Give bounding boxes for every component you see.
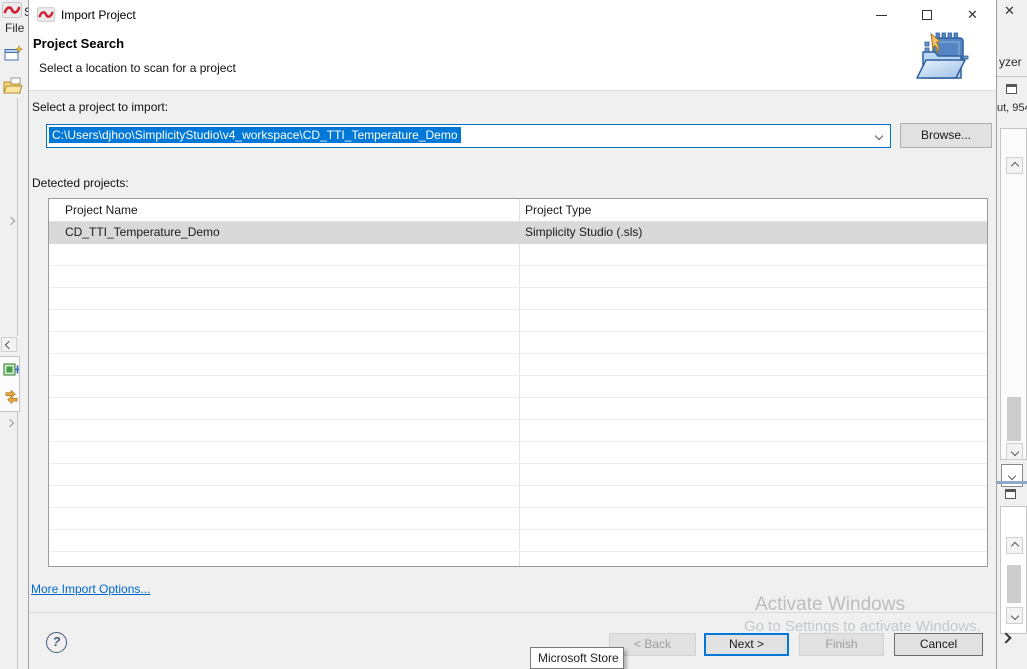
select-project-label: Select a project to import: — [32, 100, 168, 114]
hscroll-right-button[interactable] — [1000, 632, 1011, 643]
main-window-right-rail: ✕ yzer ut, 954 — [997, 0, 1027, 669]
dialog-app-icon — [37, 7, 55, 27]
table-row-selected[interactable]: CD_TTI_Temperature_Demo Simplicity Studi… — [49, 222, 987, 244]
column-header-project-type[interactable]: Project Type — [525, 203, 591, 217]
expand-panel-icon[interactable] — [7, 217, 15, 225]
debug-adapter-chip-icon[interactable] — [3, 361, 21, 383]
chevron-left-icon — [5, 340, 13, 348]
new-window-icon[interactable] — [4, 45, 23, 67]
chevron-down-icon[interactable] — [875, 132, 883, 140]
scroll-panel — [1000, 506, 1027, 634]
window-controls: ✕ — [859, 0, 996, 30]
maximize-button[interactable] — [904, 0, 949, 30]
table-header-row: Project Name Project Type — [49, 199, 987, 222]
app-logo-icon — [2, 2, 22, 23]
maximize-icon — [922, 10, 932, 20]
table-row-empty — [49, 530, 987, 552]
more-import-options-link[interactable]: More Import Options... — [31, 582, 150, 596]
detected-projects-label: Detected projects: — [32, 176, 129, 190]
refresh-sync-icon[interactable] — [4, 389, 19, 409]
table-row-empty — [49, 332, 987, 354]
project-type-cell: Simplicity Studio (.sls) — [525, 225, 642, 239]
scroll-up-button[interactable] — [1006, 537, 1023, 554]
scroll-down-button[interactable] — [1006, 607, 1023, 624]
import-project-graphic-icon — [909, 32, 971, 89]
restore-pane-icon[interactable] — [1005, 489, 1016, 499]
divider — [997, 76, 1027, 77]
restore-pane-icon[interactable] — [1006, 84, 1017, 94]
scrollbar-thumb[interactable] — [1007, 565, 1021, 603]
expand-panel-icon[interactable] — [6, 419, 14, 427]
activate-windows-watermark-line1: Activate Windows — [755, 594, 905, 616]
browse-button[interactable]: Browse... — [900, 123, 992, 148]
chevron-down-icon — [1010, 447, 1018, 455]
taskbar-tooltip: Microsoft Store — [530, 647, 624, 669]
divider — [997, 481, 1027, 484]
project-name-cell: CD_TTI_Temperature_Demo — [65, 225, 220, 239]
finish-button: Finish — [799, 633, 884, 656]
table-row-empty — [49, 486, 987, 508]
table-row-empty — [49, 508, 987, 530]
scroll-up-button[interactable] — [1006, 157, 1023, 174]
table-row-empty — [49, 288, 987, 310]
panel-edge — [17, 412, 18, 669]
chevron-down-icon — [1008, 471, 1016, 479]
scrollbar-thumb[interactable] — [1007, 397, 1021, 441]
close-button[interactable]: ✕ — [949, 0, 996, 30]
tab-label-partial[interactable]: yzer — [999, 55, 1022, 69]
wizard-header: Project Search Select a location to scan… — [29, 30, 996, 91]
import-project-dialog: Import Project ✕ Project Search Select a… — [28, 0, 997, 669]
table-row-empty — [49, 376, 987, 398]
activate-windows-watermark-line2: Go to Settings to activate Windows. — [744, 618, 981, 635]
help-button[interactable]: ? — [46, 632, 67, 653]
table-row-empty — [49, 398, 987, 420]
scroll-down-button[interactable] — [1006, 443, 1023, 460]
table-row-empty — [49, 354, 987, 376]
table-row-empty — [49, 552, 987, 567]
panel-edge — [17, 98, 18, 336]
close-view-icon[interactable]: ✕ — [1004, 3, 1015, 19]
project-path-value: C:\Users\djhoo\SimplicityStudio\v4_works… — [49, 127, 461, 143]
project-path-combobox[interactable]: C:\Users\djhoo\SimplicityStudio\v4_works… — [46, 124, 891, 148]
next-button[interactable]: Next > — [704, 633, 789, 656]
menu-file[interactable]: File — [5, 21, 24, 35]
table-row-empty — [49, 442, 987, 464]
wizard-header-title: Project Search — [33, 36, 124, 51]
chevron-up-icon — [1010, 161, 1018, 169]
table-row-empty — [49, 244, 987, 266]
detected-projects-table: Project Name Project Type CD_TTI_Tempera… — [48, 198, 988, 567]
main-window-left-rail: S File — [0, 0, 28, 669]
minimize-button[interactable] — [859, 0, 904, 30]
dialog-titlebar[interactable]: Import Project ✕ — [29, 0, 996, 30]
table-row-empty — [49, 420, 987, 442]
minimize-icon — [876, 15, 887, 16]
open-folder-icon[interactable] — [3, 77, 23, 100]
table-row-empty — [49, 464, 987, 486]
scroll-panel — [1000, 128, 1027, 460]
cancel-button[interactable]: Cancel — [894, 633, 983, 656]
hscroll-left-button[interactable] — [1, 337, 17, 352]
status-text-partial: ut, 954 — [997, 102, 1027, 114]
close-icon: ✕ — [967, 7, 978, 23]
chevron-down-icon — [1010, 611, 1018, 619]
table-row-empty — [49, 310, 987, 332]
screen: S File — [0, 0, 1027, 669]
column-header-project-name[interactable]: Project Name — [65, 203, 138, 217]
wizard-header-subtitle: Select a location to scan for a project — [39, 61, 236, 75]
dialog-title: Import Project — [61, 8, 136, 22]
chevron-up-icon — [1010, 541, 1018, 549]
table-row-empty — [49, 266, 987, 288]
